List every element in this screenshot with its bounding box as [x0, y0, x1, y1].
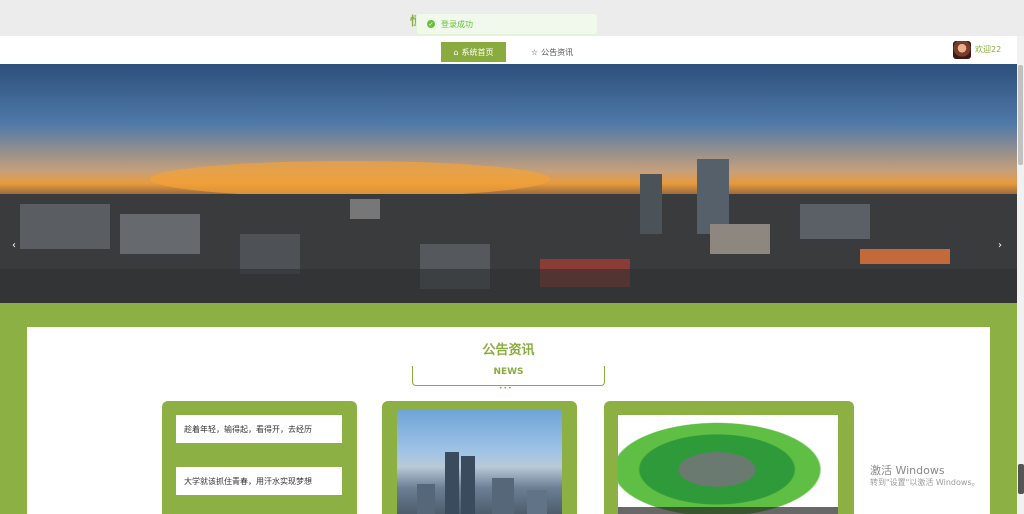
decorative-dots: •••: [499, 385, 513, 392]
nav-news-link[interactable]: ☆ 公告资讯: [522, 42, 582, 62]
news-item[interactable]: 大学就该抓住青春，用汗水实现梦想: [176, 467, 342, 495]
side-tab[interactable]: [1018, 464, 1024, 494]
carousel-prev-arrow[interactable]: ‹: [12, 240, 16, 251]
top-navbar: ⌂ 系统首页 ☆ 公告资讯 欢迎22: [0, 36, 1024, 64]
nav-home-label: 系统首页: [461, 47, 494, 57]
star-icon: ☆: [530, 47, 539, 57]
news-card-eco[interactable]: [604, 401, 854, 514]
hero-carousel: ‹ ›: [0, 64, 1017, 303]
image-caption-bar: [618, 507, 838, 514]
news-card-list: 趁着年轻，输得起，看得开，去经历 大学就该抓住青春，用汗水实现梦想: [162, 401, 357, 514]
home-icon: ⌂: [453, 47, 459, 57]
city-towers-image: [397, 409, 562, 514]
nav-home-button[interactable]: ⌂ 系统首页: [441, 42, 506, 62]
login-success-toast: ✓ 登录成功: [416, 13, 598, 35]
windows-activation-hint: 转到"设置"以激活 Windows。: [870, 478, 980, 487]
windows-activation-title: 激活 Windows: [870, 464, 945, 477]
carousel-next-arrow[interactable]: ›: [998, 240, 1002, 251]
nav-news-label: 公告资讯: [541, 47, 574, 57]
news-card-city[interactable]: [382, 401, 577, 514]
scrollbar-thumb[interactable]: [1018, 65, 1023, 165]
success-check-icon: ✓: [427, 20, 435, 28]
news-subtitle: NEWS: [493, 367, 524, 377]
city-skyline-image: [0, 159, 1017, 303]
section-title: 公告资讯: [482, 343, 535, 358]
eco-city-image: [618, 415, 838, 514]
user-avatar[interactable]: [953, 41, 971, 59]
news-item[interactable]: 趁着年轻，输得起，看得开，去经历: [176, 415, 342, 443]
toast-message: 登录成功: [441, 19, 473, 29]
news-panel: 公告资讯 NEWS ••• 趁着年轻，输得起，看得开，去经历 大学就该抓住青春，…: [27, 327, 990, 514]
username-link[interactable]: 欢迎22: [975, 44, 1001, 55]
